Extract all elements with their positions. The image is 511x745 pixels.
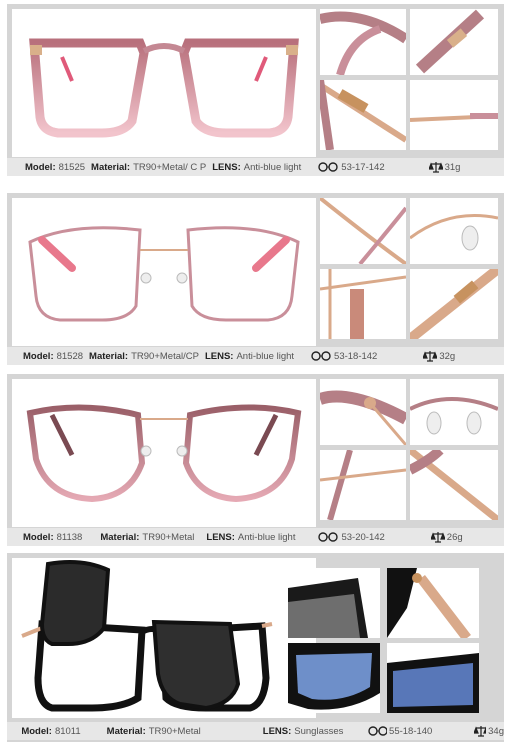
model-label: Model: — [23, 531, 54, 543]
size-value: 53-20-142 — [341, 531, 385, 543]
material-value: TR90+Metal/CP — [131, 350, 199, 362]
model-label: Model: — [21, 725, 52, 737]
scale-icon — [473, 726, 487, 737]
material-label: Material: — [91, 161, 131, 173]
glasses-icon — [368, 726, 388, 736]
material-value: TR90+Metal — [148, 725, 201, 737]
spec-bar: Model: 81525 Material: TR90+Metal/ C P L… — [7, 158, 504, 176]
lens-value: Anti-blue light — [237, 531, 296, 543]
glasses-icon — [311, 351, 331, 361]
main-product-photo — [12, 9, 316, 157]
model-value: 81138 — [56, 531, 83, 543]
lens-value: Anti-blue light — [236, 350, 295, 362]
detail-photo-1 — [288, 568, 380, 638]
glasses-icon — [318, 162, 338, 172]
model-value: 81525 — [58, 161, 86, 173]
glasses-photo — [26, 404, 302, 503]
lens-value: Anti-blue light — [243, 161, 302, 173]
model-label: Model: — [23, 350, 54, 362]
detail-photo-4 — [387, 643, 479, 713]
detail-photo-1 — [320, 9, 406, 75]
detail-photo-2 — [410, 198, 498, 264]
detail-photo-1 — [320, 379, 406, 445]
detail-photo-4 — [410, 450, 498, 520]
detail-photo-3 — [320, 269, 406, 339]
main-product-photo — [12, 558, 316, 718]
main-product-photo — [12, 198, 316, 346]
glasses-photo — [28, 226, 300, 322]
detail-photo-1 — [320, 198, 406, 264]
product-card-81138: Model: 81138 Material: TR90+Metal LENS: … — [7, 374, 504, 546]
detail-photo-4 — [410, 269, 498, 339]
lens-label: LENS: — [212, 161, 241, 173]
material-value: TR90+Metal — [142, 531, 195, 543]
weight-value: 31g — [444, 161, 461, 173]
detail-photo-2 — [410, 379, 498, 445]
model-value: 81011 — [54, 725, 81, 737]
weight-value: 34g — [488, 725, 504, 737]
material-label: Material: — [106, 725, 146, 737]
scale-icon — [423, 351, 438, 362]
size-value: 53-18-142 — [334, 350, 378, 362]
glasses-photo — [21, 560, 273, 712]
product-card-81011: Model: 81011 Material: TR90+Metal LENS: … — [7, 553, 504, 742]
detail-photo-3 — [288, 643, 380, 713]
material-label: Material: — [100, 531, 140, 543]
model-value: 81528 — [56, 350, 84, 362]
size-value: 55-18-140 — [389, 725, 433, 737]
glasses-icon — [318, 532, 339, 542]
lens-label: LENS: — [206, 531, 235, 543]
material-label: Material: — [89, 350, 129, 362]
detail-photo-2 — [387, 568, 479, 638]
spec-bar: Model: 81528 Material: TR90+Metal/CP LEN… — [7, 347, 504, 365]
lens-value: Sunglasses — [294, 725, 344, 737]
scale-icon — [428, 162, 443, 173]
detail-photo-3 — [320, 450, 406, 520]
detail-photo-2 — [410, 9, 498, 75]
spec-bar: Model: 81011 Material: TR90+Metal LENS: … — [7, 722, 504, 740]
lens-label: LENS: — [262, 725, 292, 737]
scale-icon — [430, 532, 445, 543]
model-label: Model: — [25, 161, 56, 173]
spec-bar: Model: 81138 Material: TR90+Metal LENS: … — [7, 528, 504, 546]
lens-label: LENS: — [204, 350, 234, 362]
main-product-photo — [12, 379, 316, 527]
detail-photo-4 — [410, 80, 498, 150]
product-card-81528: Model: 81528 Material: TR90+Metal/CP LEN… — [7, 193, 504, 365]
size-value: 53-17-142 — [341, 161, 385, 173]
product-card-81525: Model: 81525 Material: TR90+Metal/ C P L… — [7, 4, 504, 176]
glasses-photo — [29, 38, 299, 138]
material-value: TR90+Metal/ C P — [133, 161, 207, 173]
detail-photo-3 — [320, 80, 406, 150]
weight-value: 32g — [439, 350, 456, 362]
weight-value: 26g — [446, 531, 463, 543]
